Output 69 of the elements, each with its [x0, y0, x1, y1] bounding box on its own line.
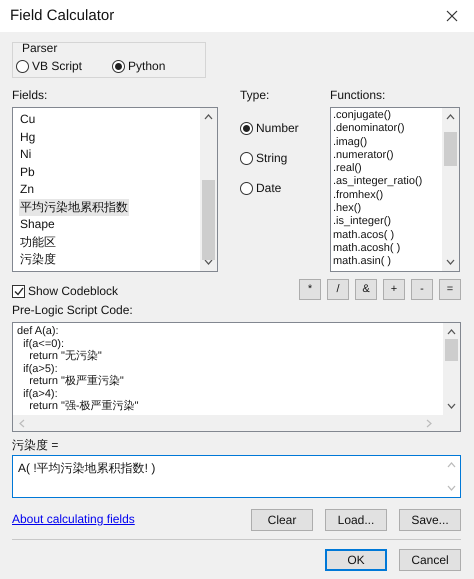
scroll-thumb[interactable] — [202, 180, 215, 260]
code-line: def A(a): — [17, 325, 60, 338]
check-icon — [14, 286, 24, 296]
function-item[interactable]: .fromhex() — [333, 188, 442, 202]
function-item[interactable]: .real() — [333, 162, 442, 176]
radio-label[interactable]: String — [256, 149, 288, 167]
radio-label[interactable]: Number — [256, 119, 299, 137]
field-item[interactable]: Shape — [19, 216, 56, 234]
operator-button[interactable]: = — [439, 279, 461, 300]
field-item[interactable]: 污染度 — [19, 251, 57, 268]
code-line: return "无污染" — [28, 350, 103, 362]
field-item[interactable]: Cu — [19, 111, 36, 128]
code-editor[interactable]: def A(a): if(a<=0): return "无污染" if(a>5): return "极严重污染" if(a>4): return "强-极严重污染" — [12, 322, 461, 432]
checkbox-label[interactable]: Show Codeblock — [28, 282, 118, 300]
field-item[interactable]: Hg — [19, 128, 36, 146]
type-label: Type: — [240, 87, 270, 104]
field-item[interactable]: Zn — [19, 181, 36, 198]
code-line: if(a>4): — [22, 388, 59, 400]
radio-label[interactable]: Python — [128, 57, 166, 75]
group-label: Parser — [22, 42, 58, 54]
function-item[interactable]: .conjugate() — [333, 109, 442, 122]
operator-button[interactable]: & — [355, 279, 377, 300]
function-item[interactable]: .is_integer() — [333, 215, 442, 229]
function-item[interactable]: .numerator() — [333, 148, 442, 162]
scrollbar[interactable] — [442, 108, 459, 271]
code-line: return "极严重污染" — [28, 375, 125, 388]
dialog-button[interactable]: OK — [325, 549, 387, 571]
dialog-button[interactable]: Clear — [251, 509, 313, 531]
radio-label[interactable]: Date — [256, 179, 282, 197]
radio-button[interactable] — [240, 182, 253, 194]
close-icon[interactable] — [446, 10, 458, 22]
scrollbar[interactable] — [200, 108, 217, 271]
function-item[interactable]: math.acosh( ) — [333, 242, 442, 256]
operator-button[interactable]: - — [411, 279, 433, 300]
radio-button[interactable] — [112, 60, 126, 72]
expression-value: A( !平均污染地累积指数! ) — [17, 460, 156, 477]
window-title: Field Calculator — [10, 6, 114, 26]
function-item[interactable]: .hex() — [333, 202, 442, 216]
radio-button[interactable] — [240, 152, 253, 164]
operator-button[interactable]: * — [299, 279, 321, 300]
help-link[interactable]: About calculating fields — [12, 510, 135, 528]
dialog-button[interactable]: Save... — [399, 509, 461, 531]
functions-label: Functions: — [330, 87, 386, 104]
expression-label: 污染度 = — [12, 437, 60, 454]
dialog-button[interactable]: Load... — [325, 509, 387, 531]
radio-button[interactable] — [16, 60, 29, 72]
code-line: if(a<=0): — [22, 338, 66, 350]
code-line: if(a>5): — [22, 362, 59, 375]
fields-label: Fields: — [12, 87, 48, 104]
checkbox[interactable] — [12, 284, 25, 298]
function-item[interactable]: math.asin( ) — [333, 255, 442, 269]
radio-label[interactable]: VB Script — [32, 57, 82, 75]
field-item[interactable]: Pb — [19, 164, 36, 181]
pre-logic-label: Pre-Logic Script Code: — [12, 302, 134, 319]
field-item[interactable]: 平均污染地累积指数 — [19, 198, 129, 216]
function-item[interactable]: .as_integer_ratio() — [333, 175, 442, 189]
scrollbar[interactable] — [443, 323, 460, 415]
scroll-thumb[interactable] — [444, 132, 457, 166]
radio-button[interactable] — [240, 122, 253, 134]
dialog-button[interactable]: Cancel — [399, 549, 461, 571]
function-item[interactable]: math.acos( ) — [333, 228, 442, 242]
function-item[interactable]: .imag() — [333, 136, 442, 149]
field-item[interactable]: Ni — [19, 146, 32, 164]
field-item[interactable]: 功能区 — [19, 234, 57, 251]
code-line: return "强-极严重污染" — [28, 400, 140, 412]
operator-button[interactable]: + — [383, 279, 405, 300]
function-item[interactable]: .denominator() — [333, 122, 442, 136]
operator-button[interactable]: / — [327, 279, 349, 300]
scroll-thumb[interactable] — [445, 339, 458, 361]
